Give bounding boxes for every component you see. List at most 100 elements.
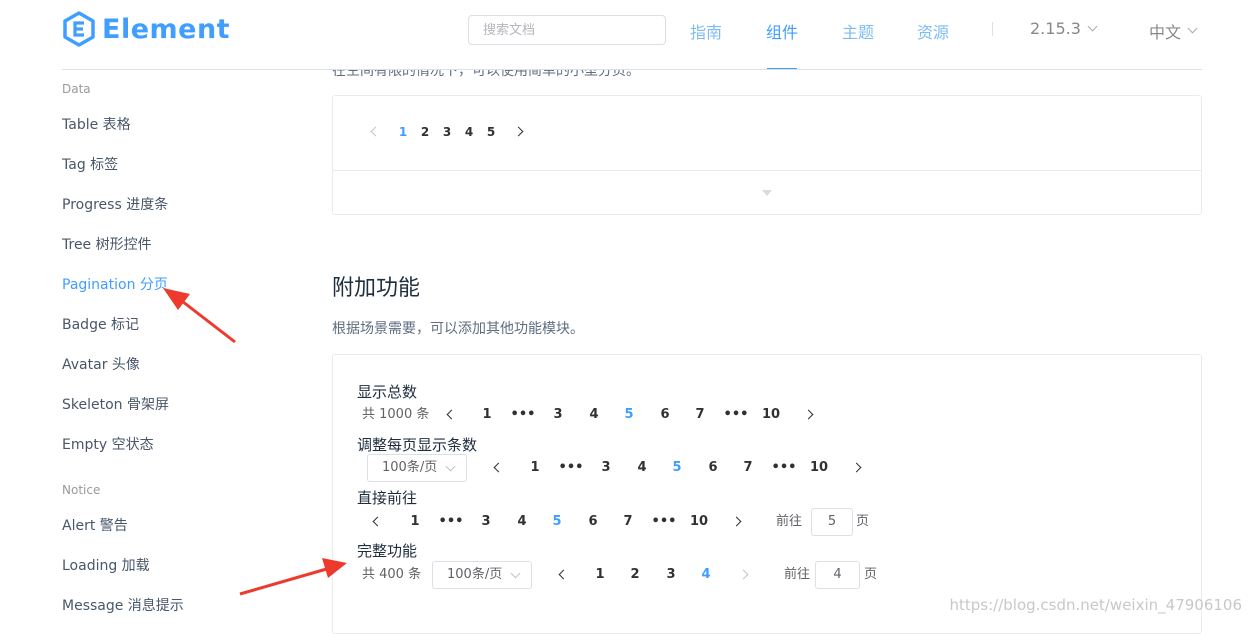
pager-ellipsis[interactable]: ••• <box>771 454 797 482</box>
sidebar-item-avatar[interactable]: Avatar 头像 <box>62 354 140 374</box>
jumper-input[interactable]: 5 <box>811 508 853 536</box>
next-page-icon[interactable] <box>731 516 742 527</box>
next-page-icon[interactable] <box>738 569 749 580</box>
small-pagination: 1 2 3 4 5 <box>360 118 560 146</box>
page-size-select[interactable]: 100条/页 <box>432 561 532 589</box>
section-title: 附加功能 <box>332 276 421 301</box>
pager-page[interactable]: 4 <box>629 454 655 482</box>
page-size-value: 100条/页 <box>382 460 438 475</box>
nav-resource[interactable]: 资源 <box>917 19 949 43</box>
pager-page[interactable]: 1 <box>474 401 500 429</box>
nav-component[interactable]: 组件 <box>766 19 798 43</box>
sidebar-group-notice: Notice <box>62 483 101 497</box>
jumper-prefix: 前往 <box>784 567 811 582</box>
jumper-input[interactable]: 4 <box>815 561 860 589</box>
chevron-down-icon <box>1187 23 1198 34</box>
caret-down-icon[interactable] <box>762 190 772 196</box>
pager-page[interactable]: 10 <box>806 454 832 482</box>
next-page-icon[interactable] <box>513 126 524 137</box>
language-dropdown[interactable]: 中文 <box>1149 19 1198 43</box>
pager-ellipsis[interactable]: ••• <box>651 508 677 536</box>
sidebar-item-table[interactable]: Table 表格 <box>62 114 131 134</box>
demo-block-extras <box>332 354 1202 634</box>
pagination-total: 共 1000 条 1 ••• 3 4 5 6 7 ••• 10 <box>360 401 830 429</box>
chevron-down-icon <box>445 461 456 472</box>
version-dropdown[interactable]: 2.15.3 <box>1030 19 1098 38</box>
search-input[interactable] <box>469 16 663 44</box>
pager-page[interactable]: 6 <box>700 454 726 482</box>
page-size-select[interactable]: 100条/页 <box>367 454 467 482</box>
pager-page[interactable]: 1 <box>587 561 613 589</box>
element-hexagon-icon <box>63 11 95 47</box>
pager-page[interactable]: 2 <box>418 118 432 146</box>
demo-control-divider <box>333 170 1201 171</box>
pager-ellipsis[interactable]: ••• <box>558 454 584 482</box>
logo-text: Element <box>102 13 231 45</box>
sidebar-item-empty[interactable]: Empty 空状态 <box>62 434 154 454</box>
next-page-icon[interactable] <box>803 409 814 420</box>
language-label: 中文 <box>1149 23 1182 42</box>
prev-page-icon[interactable] <box>558 569 569 580</box>
jumper-suffix: 页 <box>864 567 878 582</box>
version-label: 2.15.3 <box>1030 19 1081 38</box>
block-title-jumper: 直接前往 <box>357 489 418 507</box>
sidebar-item-message[interactable]: Message 消息提示 <box>62 595 184 615</box>
prev-page-icon[interactable] <box>372 516 383 527</box>
doc-search-box[interactable] <box>468 15 666 45</box>
sidebar-item-skeleton[interactable]: Skeleton 骨架屏 <box>62 394 169 414</box>
pager-page[interactable]: 3 <box>473 508 499 536</box>
pager-page[interactable]: 3 <box>658 561 684 589</box>
pager-page-current[interactable]: 5 <box>544 508 570 536</box>
sidebar-item-badge[interactable]: Badge 标记 <box>62 314 139 334</box>
pager-page[interactable]: 7 <box>735 454 761 482</box>
sidebar-item-tag[interactable]: Tag 标签 <box>62 154 118 174</box>
element-logo[interactable]: Element <box>62 9 230 49</box>
block-title-sizes: 调整每页显示条数 <box>357 436 478 454</box>
pager-ellipsis[interactable]: ••• <box>723 401 749 429</box>
pager-page[interactable]: 7 <box>615 508 641 536</box>
pager-page[interactable]: 7 <box>687 401 713 429</box>
pager-page[interactable]: 4 <box>509 508 535 536</box>
next-page-icon[interactable] <box>851 462 862 473</box>
nav-guide[interactable]: 指南 <box>690 19 722 43</box>
block-title-full: 完整功能 <box>357 542 418 560</box>
pager-page[interactable]: 3 <box>440 118 454 146</box>
pager-page[interactable]: 10 <box>758 401 784 429</box>
pager-page-current[interactable]: 5 <box>616 401 642 429</box>
pager-page-current[interactable]: 4 <box>693 561 719 589</box>
nav-theme[interactable]: 主题 <box>842 19 874 43</box>
total-text: 共 1000 条 <box>362 407 430 422</box>
header-bottom-border <box>62 69 1202 70</box>
pager-page[interactable]: 6 <box>580 508 606 536</box>
pager-page[interactable]: 1 <box>402 508 428 536</box>
pager-page[interactable]: 1 <box>396 118 410 146</box>
pagination-sizes: 100条/页 1 ••• 3 4 5 6 7 ••• 10 <box>360 454 880 482</box>
pager-page[interactable]: 4 <box>581 401 607 429</box>
sidebar-item-alert[interactable]: Alert 警告 <box>62 515 128 535</box>
pager-page[interactable]: 1 <box>522 454 548 482</box>
pagination-full: 共 400 条 100条/页 1 2 3 4 前往 4 页 <box>360 561 890 589</box>
pager-page-current[interactable]: 5 <box>664 454 690 482</box>
sidebar-item-pagination[interactable]: Pagination 分页 <box>62 274 168 294</box>
pager-page[interactable]: 4 <box>462 118 476 146</box>
pager-page[interactable]: 5 <box>484 118 498 146</box>
total-text: 共 400 条 <box>362 567 422 582</box>
chevron-down-icon <box>1087 21 1098 31</box>
small-pagination-desc: 在空间有限的情况下，可以使用简单的小型分页。 <box>332 63 640 79</box>
sidebar-item-progress[interactable]: Progress 进度条 <box>62 194 168 214</box>
prev-page-icon[interactable] <box>493 462 504 473</box>
prev-page-icon[interactable] <box>446 409 457 420</box>
pager-page[interactable]: 2 <box>622 561 648 589</box>
sidebar-item-loading[interactable]: Loading 加载 <box>62 555 150 575</box>
chevron-down-icon <box>510 568 521 579</box>
pager-page[interactable]: 3 <box>593 454 619 482</box>
prev-page-icon[interactable] <box>370 126 381 137</box>
pager-page[interactable]: 3 <box>545 401 571 429</box>
pager-page[interactable]: 10 <box>686 508 712 536</box>
pager-ellipsis[interactable]: ••• <box>438 508 464 536</box>
pager-page[interactable]: 6 <box>652 401 678 429</box>
pager-ellipsis[interactable]: ••• <box>510 401 536 429</box>
sidebar-item-tree[interactable]: Tree 树形控件 <box>62 234 152 254</box>
section-description: 根据场景需要，可以添加其他功能模块。 <box>332 321 584 337</box>
pagination-jumper: 1 ••• 3 4 5 6 7 ••• 10 前往 5 页 <box>360 508 890 536</box>
